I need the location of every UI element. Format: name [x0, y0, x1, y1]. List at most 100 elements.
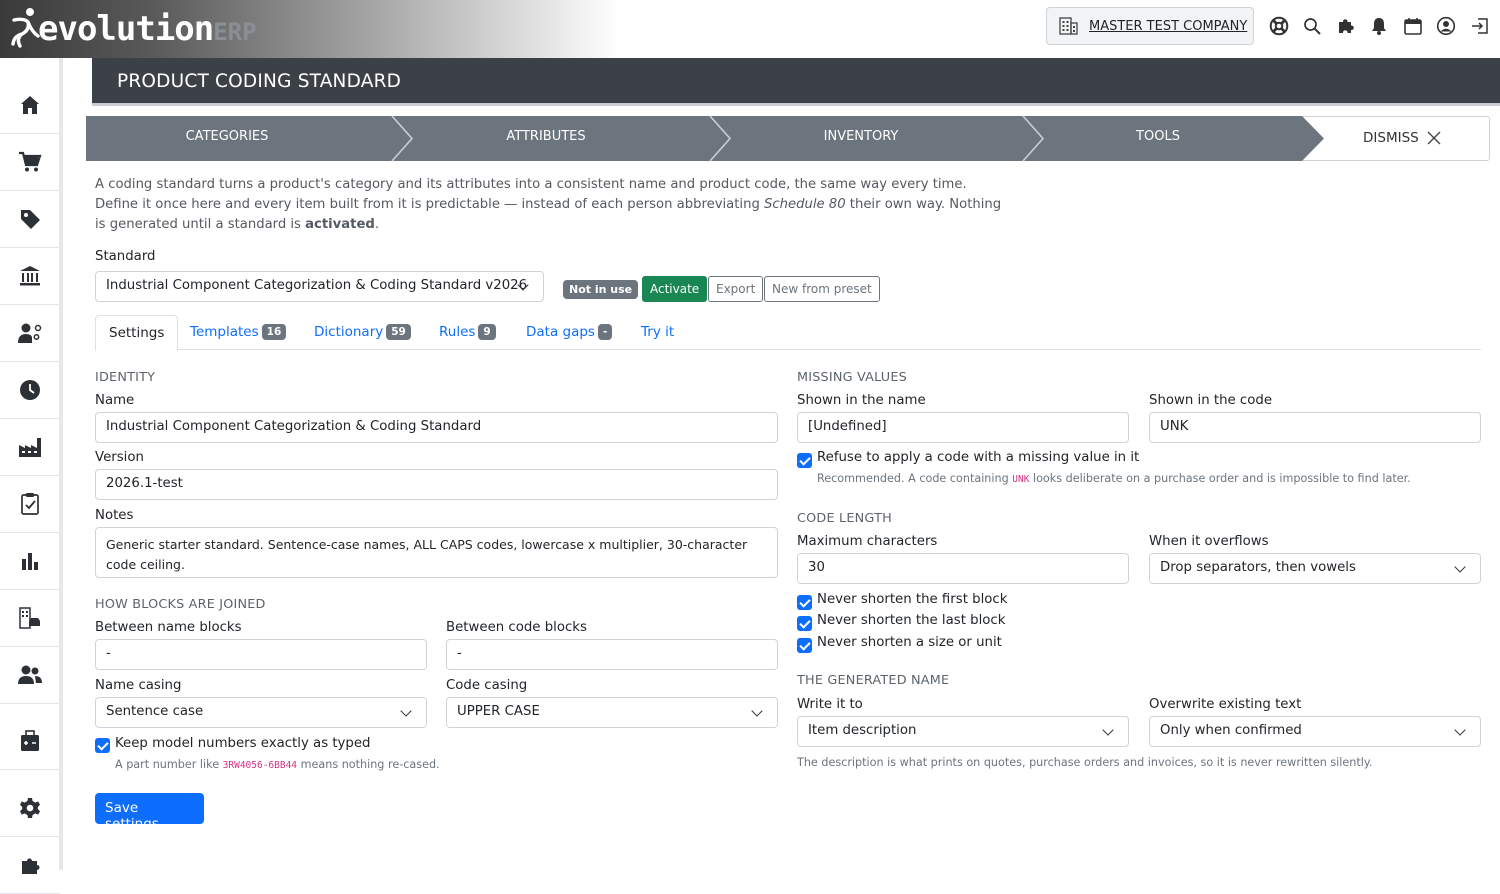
step-attributes[interactable]: ATTRIBUTES — [408, 129, 684, 144]
step-inventory[interactable]: INVENTORY — [726, 129, 996, 144]
code-casing-select[interactable]: UPPER CASE — [446, 697, 778, 728]
keep-model-help: A part number like 3RW4056-6BB44 means n… — [115, 758, 440, 771]
between-name-label: Between name blocks — [95, 620, 242, 635]
standard-select[interactable]: Industrial Component Categorization & Co… — [95, 271, 544, 302]
version-field[interactable]: 2026.1-test — [95, 469, 778, 500]
puzzle-icon — [22, 858, 40, 874]
calculator-icon — [21, 730, 39, 751]
identity-heading: IDENTITY — [95, 370, 156, 385]
puzzle-icon[interactable] — [1329, 14, 1363, 38]
overflow-label: When it overflows — [1149, 534, 1269, 549]
between-code-field[interactable]: - — [446, 639, 778, 670]
factory-icon — [19, 438, 41, 457]
missing-heading: MISSING VALUES — [797, 370, 907, 385]
joining-heading: HOW BLOCKS ARE JOINED — [95, 597, 266, 612]
never-first-label: Never shorten the first block — [817, 592, 1008, 607]
never-last-label: Never shorten the last block — [817, 613, 1006, 628]
refuse-missing-checkbox[interactable] — [797, 453, 812, 468]
keep-model-checkbox[interactable] — [95, 738, 110, 753]
sidebar-item-extensions[interactable] — [0, 837, 60, 894]
name-field[interactable]: Industrial Component Categorization & Co… — [95, 412, 778, 443]
tab-data-gaps[interactable]: Data gaps - — [526, 315, 613, 350]
sidebar-item-sales[interactable] — [0, 134, 60, 191]
sidebar-item-crm[interactable] — [0, 305, 60, 362]
version-label: Version — [95, 450, 144, 465]
count-badge: 16 — [261, 324, 287, 340]
building-car-icon — [19, 607, 40, 629]
sidebar-item-time[interactable] — [0, 362, 60, 419]
sidebar-item-people[interactable] — [0, 647, 60, 704]
top-icons — [1262, 14, 1497, 38]
tab-try-it[interactable]: Try it — [641, 315, 674, 350]
page-title: PRODUCT CODING STANDARD — [117, 71, 402, 92]
count-badge: 9 — [478, 324, 496, 340]
sidebar — [0, 58, 63, 894]
step-tools[interactable]: TOOLS — [1041, 129, 1275, 144]
missing-code-field[interactable]: UNK — [1149, 412, 1481, 443]
sidebar-item-accounting[interactable] — [0, 713, 60, 770]
sidebar-item-settings[interactable] — [0, 780, 60, 837]
sidebar-item-fleet[interactable] — [0, 590, 60, 647]
overwrite-select[interactable]: Only when confirmed — [1149, 716, 1481, 747]
overwrite-label: Overwrite existing text — [1149, 697, 1302, 712]
overflow-select[interactable]: Drop separators, then vowels — [1149, 553, 1481, 584]
gear-icon — [20, 798, 40, 818]
between-code-label: Between code blocks — [446, 620, 587, 635]
top-bar: evolutionERP MASTER TEST COMPANY — [0, 0, 1500, 58]
sidebar-item-home[interactable] — [0, 77, 60, 134]
dismiss-button[interactable]: DISMISS — [1363, 130, 1441, 146]
logo[interactable]: evolutionERP — [0, 0, 620, 58]
user-gear-icon — [18, 323, 42, 343]
missing-name-field[interactable]: [Undefined] — [797, 412, 1129, 443]
home-icon — [21, 96, 39, 114]
calendar-icon[interactable] — [1396, 14, 1430, 38]
company-selector[interactable]: MASTER TEST COMPANY — [1046, 7, 1254, 45]
write-to-select[interactable]: Item description — [797, 716, 1129, 747]
search-icon[interactable] — [1296, 14, 1330, 38]
tag-icon — [21, 210, 40, 229]
tab-dictionary[interactable]: Dictionary 59 — [314, 315, 411, 350]
never-last-checkbox[interactable] — [797, 616, 812, 631]
sidebar-item-tasks[interactable] — [0, 476, 60, 533]
logout-icon[interactable] — [1463, 14, 1497, 38]
tab-settings[interactable]: Settings — [95, 315, 179, 351]
sidebar-item-manufacturing[interactable] — [0, 419, 60, 476]
help-lifebuoy-icon[interactable] — [1262, 14, 1296, 38]
logo-suffix-text: ERP — [213, 18, 257, 46]
intro-text: A coding standard turns a product's cate… — [95, 177, 1002, 232]
tab-rules[interactable]: Rules 9 — [439, 315, 496, 350]
sidebar-item-pricing[interactable] — [0, 191, 60, 248]
logo-figure-icon — [11, 8, 40, 48]
company-name: MASTER TEST COMPANY — [1089, 18, 1248, 34]
refuse-missing-help: Recommended. A code containing UNK looks… — [817, 472, 1411, 485]
clock-icon — [20, 380, 40, 400]
count-badge: 59 — [386, 324, 411, 340]
generated-heading: THE GENERATED NAME — [797, 673, 950, 688]
wizard-steps: CATEGORIES ATTRIBUTES INVENTORY TOOLS DI… — [86, 116, 1490, 161]
dismiss-label: DISMISS — [1363, 130, 1419, 146]
name-casing-select[interactable]: Sentence case — [95, 697, 427, 728]
never-first-checkbox[interactable] — [797, 595, 812, 610]
activate-button[interactable]: Activate — [642, 276, 708, 302]
user-account-icon[interactable] — [1430, 14, 1464, 38]
refuse-missing-label: Refuse to apply a code with a missing va… — [817, 450, 1140, 465]
tab-templates[interactable]: Templates 16 — [190, 315, 287, 350]
between-name-field[interactable]: - — [95, 639, 427, 670]
bar-chart-icon — [22, 553, 38, 570]
bell-icon[interactable] — [1363, 14, 1397, 38]
logo-main-text: evolution — [38, 9, 214, 49]
sidebar-item-banking[interactable] — [0, 248, 60, 305]
save-settings-button[interactable]: Save settings — [95, 793, 204, 832]
page-header: PRODUCT CODING STANDARD — [92, 58, 1500, 106]
max-chars-field[interactable]: 30 — [797, 553, 1129, 584]
sidebar-item-reports[interactable] — [0, 533, 60, 590]
in-code-label: Shown in the code — [1149, 393, 1272, 408]
step-categories[interactable]: CATEGORIES — [86, 129, 368, 144]
never-size-checkbox[interactable] — [797, 638, 812, 653]
name-casing-label: Name casing — [95, 678, 182, 693]
new-from-preset-button[interactable]: New from preset — [764, 276, 880, 302]
export-button[interactable]: Export — [708, 276, 764, 302]
standard-label: Standard — [95, 249, 156, 264]
notes-textarea[interactable]: Generic starter standard. Sentence-case … — [95, 527, 778, 578]
write-to-label: Write it to — [797, 697, 863, 712]
